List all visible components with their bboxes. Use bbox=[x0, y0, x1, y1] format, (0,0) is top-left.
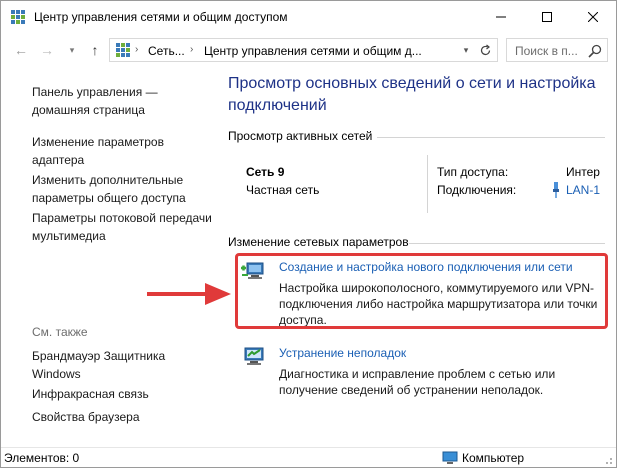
maximize-button[interactable] bbox=[524, 1, 570, 33]
control-panel-window: Центр управления сетями и общим доступом… bbox=[0, 0, 617, 468]
arrow-left-icon: ← bbox=[14, 42, 28, 58]
link-internet-options[interactable]: Свойства браузера bbox=[32, 408, 212, 426]
close-button[interactable] bbox=[570, 1, 616, 33]
search-input[interactable]: Поиск в п... bbox=[506, 38, 608, 62]
back-button[interactable]: ← bbox=[11, 40, 31, 60]
access-type-value: Интер bbox=[566, 165, 600, 179]
breadcrumb-network-center[interactable]: Центр управления сетями и общим д... bbox=[204, 44, 422, 58]
maximize-icon bbox=[542, 12, 552, 22]
link-media-streaming-options[interactable]: Параметры потоковой передачи мультимедиа bbox=[32, 209, 212, 245]
forward-button[interactable]: → bbox=[37, 40, 57, 60]
minimize-icon bbox=[496, 16, 506, 18]
access-type-label: Тип доступа: bbox=[437, 165, 509, 179]
page-title: Просмотр основных сведений о сети и наст… bbox=[228, 75, 596, 114]
task-troubleshoot[interactable]: Устранение неполадок Диагностика и испра… bbox=[235, 343, 609, 399]
minimize-button[interactable] bbox=[478, 1, 524, 33]
active-networks-title: Просмотр активных сетей bbox=[228, 129, 373, 143]
task-troubleshoot-description: Диагностика и исправление проблем с сеть… bbox=[279, 367, 556, 397]
link-control-panel-home[interactable]: Панель управления — домашняя страница bbox=[32, 83, 212, 119]
arrow-up-icon: ↑ bbox=[91, 42, 99, 58]
link-windows-firewall[interactable]: Брандмауэр Защитника Windows bbox=[32, 347, 212, 383]
resize-grip-icon[interactable] bbox=[603, 455, 613, 465]
ethernet-icon bbox=[553, 182, 559, 198]
chevron-right-icon[interactable]: › bbox=[190, 44, 193, 55]
up-button[interactable]: ↑ bbox=[85, 40, 105, 60]
address-bar[interactable]: › Сеть... › Центр управления сетями и об… bbox=[109, 38, 498, 62]
task-troubleshoot-title[interactable]: Устранение неполадок bbox=[279, 346, 406, 360]
search-placeholder: Поиск в п... bbox=[515, 44, 578, 58]
highlight-frame bbox=[235, 253, 608, 329]
arrow-right-icon: → bbox=[40, 42, 54, 58]
troubleshoot-icon bbox=[244, 347, 264, 365]
left-pane: Панель управления — домашняя страница Из… bbox=[1, 67, 215, 447]
vertical-divider bbox=[427, 155, 428, 213]
connection-lan-link[interactable]: LAN-1 bbox=[566, 183, 600, 197]
network-category-link[interactable]: Частная сеть bbox=[246, 183, 319, 197]
change-settings-title: Изменение сетевых параметров bbox=[228, 235, 409, 249]
title-bar[interactable]: Центр управления сетями и общим доступом bbox=[1, 1, 616, 33]
link-change-adapter-settings[interactable]: Изменение параметров адаптера bbox=[32, 133, 212, 169]
network-center-icon bbox=[11, 10, 25, 24]
navigation-bar: ← → ▾ ↑ › Сеть... › Центр управления сет… bbox=[1, 33, 616, 67]
refresh-button[interactable] bbox=[476, 41, 494, 59]
breadcrumb-network[interactable]: Сеть... bbox=[148, 44, 185, 58]
section-divider bbox=[377, 137, 605, 138]
items-count: Элементов: 0 bbox=[4, 451, 80, 465]
see-also-label: См. также bbox=[32, 325, 88, 339]
arrow-right-icon bbox=[147, 283, 231, 305]
network-name: Сеть 9 bbox=[246, 165, 285, 179]
recent-locations-button[interactable]: ▾ bbox=[62, 40, 82, 60]
computer-label: Компьютер bbox=[462, 451, 525, 465]
search-icon bbox=[588, 44, 602, 58]
address-history-button[interactable]: ▾ bbox=[459, 41, 473, 59]
chevron-down-icon: ▾ bbox=[69, 44, 75, 55]
window-title: Центр управления сетями и общим доступом bbox=[34, 10, 288, 24]
refresh-icon bbox=[480, 44, 490, 55]
network-center-icon bbox=[116, 43, 130, 57]
chevron-down-icon: ▾ bbox=[463, 44, 469, 55]
close-icon bbox=[588, 12, 598, 22]
zone-indicator: Компьютер bbox=[442, 449, 524, 467]
connections-label: Подключения: bbox=[437, 183, 517, 197]
section-divider bbox=[409, 243, 605, 244]
status-bar: Элементов: 0 Компьютер bbox=[1, 447, 616, 467]
computer-icon bbox=[442, 451, 458, 464]
link-infrared[interactable]: Инфракрасная связь bbox=[32, 385, 212, 403]
chevron-right-icon[interactable]: › bbox=[135, 44, 138, 55]
link-advanced-sharing-settings[interactable]: Изменить дополнительные параметры общего… bbox=[32, 171, 212, 207]
